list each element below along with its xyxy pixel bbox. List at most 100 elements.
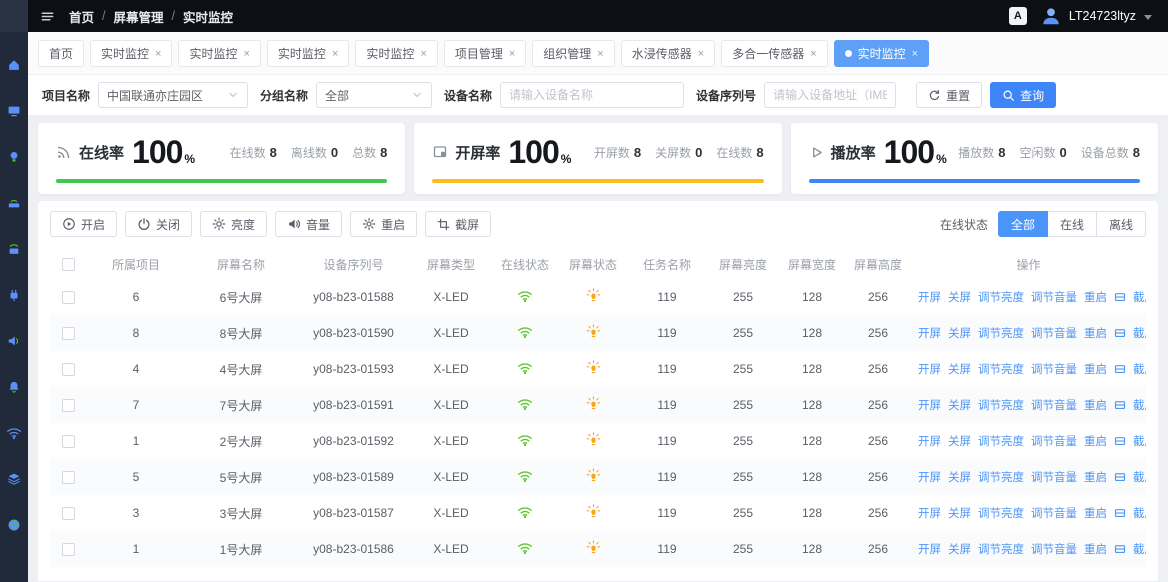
op-link-4[interactable]: 重启	[1084, 433, 1107, 449]
op-link-0[interactable]: 开屏	[918, 361, 941, 377]
row-checkbox[interactable]	[62, 363, 75, 376]
op-link-2[interactable]: 调节亮度	[978, 469, 1024, 485]
tab-close-icon[interactable]: ×	[509, 48, 515, 60]
chevron-down-icon[interactable]	[1144, 15, 1152, 20]
breadcrumb-home[interactable]: 首页	[69, 7, 94, 26]
toolbar-sun-button[interactable]: 亮度	[200, 211, 267, 237]
screen-view-icon-link[interactable]	[1114, 399, 1126, 411]
toolbar-power-button[interactable]: 关闭	[125, 211, 192, 237]
sidebar-item-sensor[interactable]	[0, 226, 28, 272]
op-link-0[interactable]: 开屏	[918, 325, 941, 341]
op-link-0[interactable]: 开屏	[918, 397, 941, 413]
sidebar-item-wifi[interactable]	[0, 410, 28, 456]
op-link-1[interactable]: 关屏	[948, 361, 971, 377]
tab-close-icon[interactable]: ×	[597, 48, 603, 60]
op-link-3[interactable]: 调节音量	[1031, 325, 1077, 341]
sidebar-item-layers[interactable]	[0, 456, 28, 502]
screen-view-icon-link[interactable]	[1114, 543, 1126, 555]
sidebar-item-home[interactable]	[0, 42, 28, 88]
tab-close-icon[interactable]: ×	[698, 48, 704, 60]
op-link-2[interactable]: 调节亮度	[978, 397, 1024, 413]
op-link-6[interactable]: 截屏	[1133, 397, 1146, 413]
op-link-3[interactable]: 调节音量	[1031, 433, 1077, 449]
toolbar-crop-button[interactable]: 截屏	[425, 211, 491, 237]
op-link-1[interactable]: 关屏	[948, 505, 971, 521]
op-link-0[interactable]: 开屏	[918, 469, 941, 485]
select-all-checkbox[interactable]	[62, 258, 75, 271]
op-link-3[interactable]: 调节音量	[1031, 505, 1077, 521]
sidebar-item-router[interactable]	[0, 180, 28, 226]
sidebar-item-plug[interactable]	[0, 272, 28, 318]
sidebar-item-speaker[interactable]	[0, 318, 28, 364]
tab-close-icon[interactable]: ×	[810, 48, 816, 60]
tab-1[interactable]: 实时监控×	[90, 40, 172, 67]
op-link-6[interactable]: 截屏	[1133, 541, 1146, 557]
op-link-3[interactable]: 调节音量	[1031, 397, 1077, 413]
op-link-1[interactable]: 关屏	[948, 289, 971, 305]
op-link-2[interactable]: 调节亮度	[978, 541, 1024, 557]
tab-active-9[interactable]: 实时监控×	[834, 40, 929, 67]
op-link-1[interactable]: 关屏	[948, 433, 971, 449]
language-icon[interactable]: A	[1009, 7, 1027, 25]
tab-2[interactable]: 实时监控×	[178, 40, 260, 67]
sidebar-item-screens[interactable]	[0, 88, 28, 134]
hamburger-menu-icon[interactable]	[40, 9, 55, 24]
screen-view-icon-link[interactable]	[1114, 363, 1126, 375]
device-name-input[interactable]	[509, 88, 675, 102]
op-link-2[interactable]: 调节亮度	[978, 325, 1024, 341]
username[interactable]: LT24723ltyz	[1069, 9, 1136, 23]
toolbar-volume-button[interactable]: 音量	[275, 211, 342, 237]
breadcrumb-screen-management[interactable]: 屏幕管理	[114, 7, 164, 26]
op-link-0[interactable]: 开屏	[918, 289, 941, 305]
op-link-6[interactable]: 截屏	[1133, 433, 1146, 449]
tab-close-icon[interactable]: ×	[332, 48, 338, 60]
op-link-6[interactable]: 截屏	[1133, 361, 1146, 377]
op-link-0[interactable]: 开屏	[918, 541, 941, 557]
op-link-2[interactable]: 调节亮度	[978, 505, 1024, 521]
op-link-3[interactable]: 调节音量	[1031, 289, 1077, 305]
row-checkbox[interactable]	[62, 327, 75, 340]
op-link-6[interactable]: 截屏	[1133, 325, 1146, 341]
sidebar-item-alarm[interactable]	[0, 364, 28, 410]
op-link-2[interactable]: 调节亮度	[978, 361, 1024, 377]
op-link-0[interactable]: 开屏	[918, 505, 941, 521]
screen-view-icon-link[interactable]	[1114, 291, 1126, 303]
op-link-4[interactable]: 重启	[1084, 289, 1107, 305]
op-link-3[interactable]: 调节音量	[1031, 469, 1077, 485]
project-select[interactable]: 中国联通亦庄园区	[98, 82, 248, 108]
tab-close-icon[interactable]: ×	[155, 48, 161, 60]
row-checkbox[interactable]	[62, 507, 75, 520]
tab-7[interactable]: 水浸传感器×	[621, 40, 715, 67]
group-select[interactable]: 全部	[316, 82, 432, 108]
op-link-4[interactable]: 重启	[1084, 397, 1107, 413]
online-status-option-1[interactable]: 在线	[1047, 211, 1097, 237]
op-link-2[interactable]: 调节亮度	[978, 433, 1024, 449]
op-link-4[interactable]: 重启	[1084, 361, 1107, 377]
op-link-4[interactable]: 重启	[1084, 469, 1107, 485]
tab-close-icon[interactable]: ×	[243, 48, 249, 60]
op-link-1[interactable]: 关屏	[948, 397, 971, 413]
screen-view-icon-link[interactable]	[1114, 471, 1126, 483]
op-link-4[interactable]: 重启	[1084, 505, 1107, 521]
op-link-0[interactable]: 开屏	[918, 433, 941, 449]
reset-button[interactable]: 重置	[916, 82, 982, 108]
serial-input[interactable]	[773, 88, 887, 102]
op-link-1[interactable]: 关屏	[948, 325, 971, 341]
op-link-1[interactable]: 关屏	[948, 541, 971, 557]
tab-close-icon[interactable]: ×	[420, 48, 426, 60]
tab-6[interactable]: 组织管理×	[532, 40, 614, 67]
op-link-6[interactable]: 截屏	[1133, 505, 1146, 521]
tab-8[interactable]: 多合一传感器×	[721, 40, 827, 67]
screen-view-icon-link[interactable]	[1114, 507, 1126, 519]
row-checkbox[interactable]	[62, 291, 75, 304]
online-status-option-2[interactable]: 离线	[1096, 211, 1146, 237]
op-link-6[interactable]: 截屏	[1133, 469, 1146, 485]
op-link-2[interactable]: 调节亮度	[978, 289, 1024, 305]
row-checkbox[interactable]	[62, 435, 75, 448]
toolbar-play-circle-button[interactable]: 开启	[50, 211, 117, 237]
sidebar-item-globe[interactable]	[0, 502, 28, 548]
op-link-4[interactable]: 重启	[1084, 325, 1107, 341]
op-link-3[interactable]: 调节音量	[1031, 361, 1077, 377]
tab-close-icon[interactable]: ×	[912, 48, 918, 60]
screen-view-icon-link[interactable]	[1114, 327, 1126, 339]
